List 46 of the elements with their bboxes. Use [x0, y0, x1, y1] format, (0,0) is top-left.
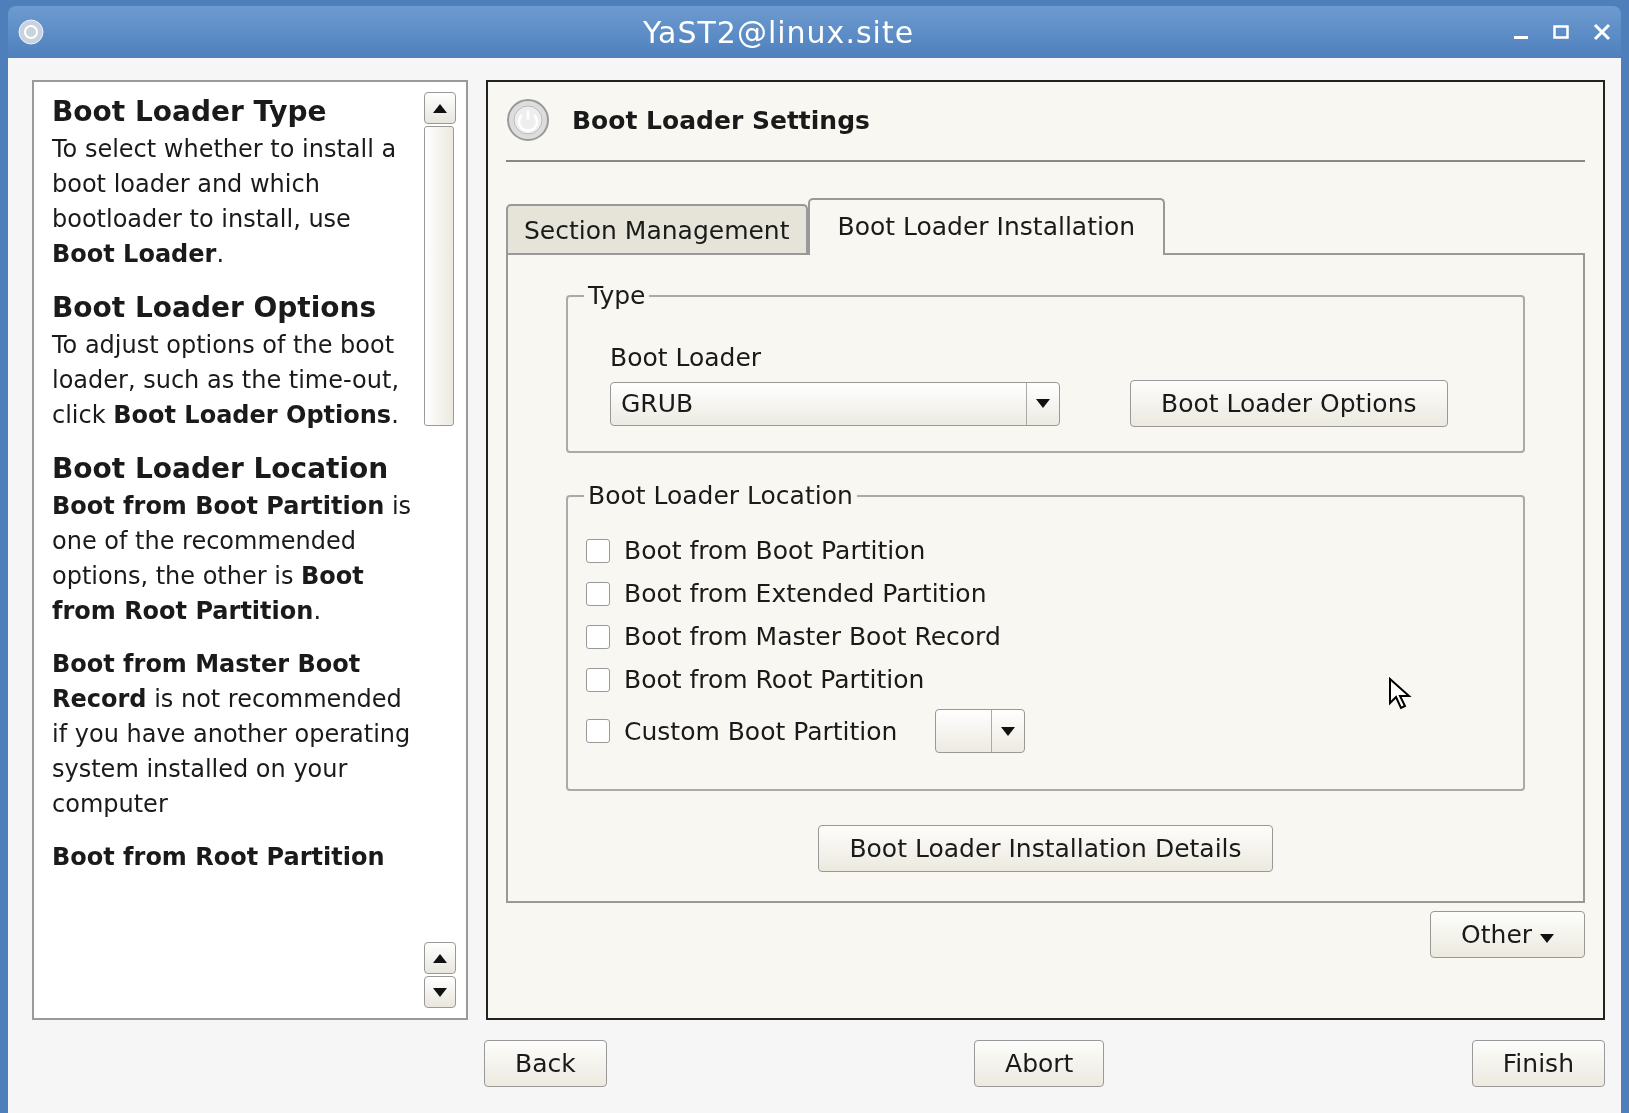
help-paragraph: Boot from Root Partition	[52, 842, 386, 873]
footer-button[interactable]: Abort	[974, 1040, 1105, 1087]
tab[interactable]: Section Management	[506, 204, 808, 253]
checkbox[interactable]	[586, 667, 610, 692]
checkbox[interactable]	[586, 624, 610, 649]
help-heading: Boot Loader Options	[52, 290, 378, 326]
installation-details-button[interactable]: Boot Loader Installation Details	[818, 825, 1273, 872]
up-arrow-icon	[433, 953, 447, 963]
help-paragraph: Boot from Boot Partition is one of the recommended options, the other is Boot from Root Partition.	[52, 491, 413, 627]
footer-button[interactable]: Back	[484, 1040, 607, 1087]
dropdown-arrow-icon	[1001, 726, 1016, 736]
checkbox[interactable]	[586, 538, 610, 563]
down-arrow-icon	[433, 987, 447, 997]
window-title: YaST2@linux.site	[641, 14, 916, 50]
caret-icon	[1540, 934, 1554, 943]
up-arrow-icon	[433, 103, 447, 113]
dropdown-arrow-icon	[1036, 399, 1050, 408]
checkbox[interactable]	[586, 581, 610, 606]
help-paragraph: To select whether to install a boot loader and which bootloader to install, use Boot Loader.	[52, 134, 398, 270]
checkbox-label[interactable]: Boot from Extended Partition	[624, 579, 987, 608]
scroll-up-button[interactable]	[424, 942, 456, 974]
maximize-icon[interactable]	[1553, 24, 1569, 40]
power-icon	[506, 98, 550, 142]
help-paragraph: To adjust options of the boot loader, such as the time-out, click Boot Loader Options.	[52, 330, 401, 431]
scroll-down-button[interactable]	[424, 976, 456, 1008]
scroll-up-button[interactable]	[424, 92, 456, 124]
partition-dropdown[interactable]	[935, 709, 1026, 753]
scrollbar-thumb[interactable]	[424, 126, 454, 426]
mouse-cursor-icon	[1388, 677, 1414, 711]
checkbox-label[interactable]: Boot from Boot Partition	[624, 536, 926, 565]
page-title: Boot Loader Settings	[572, 105, 870, 135]
boot-loader-dropdown[interactable]: GRUB	[610, 381, 1060, 426]
checkbox-label[interactable]: Boot from Master Boot Record	[624, 622, 1001, 651]
help-heading: Boot Loader Location	[52, 451, 390, 487]
checkbox-label[interactable]: Custom Boot Partition	[624, 716, 898, 746]
help-paragraph: Boot from Master Boot Record is not recommended if you have another operating system installed on your computer	[52, 649, 412, 820]
window-menu-icon[interactable]	[18, 19, 44, 45]
other-menu-button[interactable]: Other	[1430, 911, 1585, 958]
checkbox-label[interactable]: Boot from Root Partition	[624, 665, 925, 694]
close-icon[interactable]	[1593, 23, 1611, 41]
boot-loader-options-button[interactable]: Boot Loader Options	[1130, 380, 1448, 427]
field-label: Boot Loader	[610, 343, 763, 372]
checkbox[interactable]	[586, 719, 610, 743]
help-heading: Boot Loader Type	[52, 94, 328, 130]
footer-button[interactable]: Finish	[1471, 1040, 1605, 1087]
tab[interactable]: Boot Loader Installation	[807, 198, 1166, 255]
